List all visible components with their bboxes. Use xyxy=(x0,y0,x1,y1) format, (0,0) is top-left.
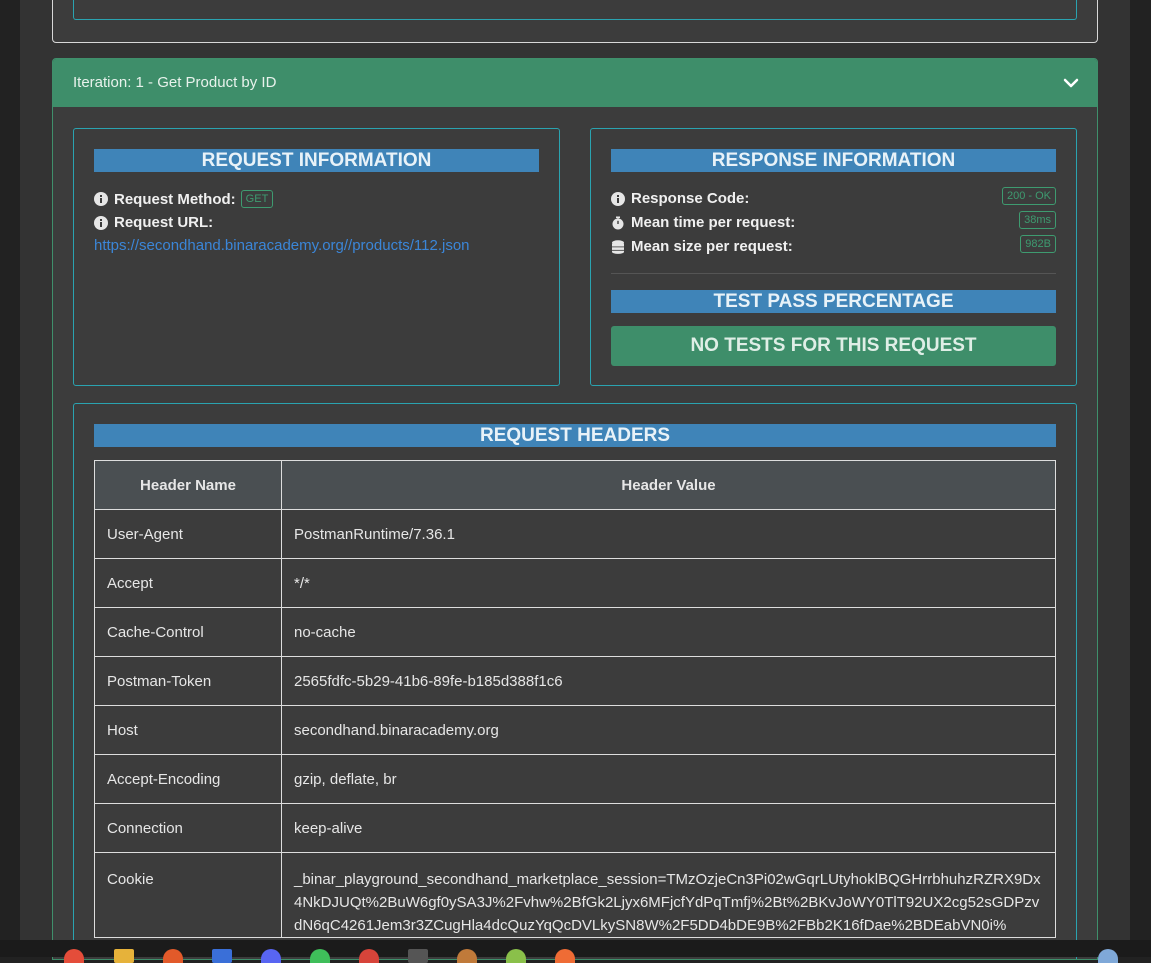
terminal-icon[interactable] xyxy=(408,949,428,963)
column-header-name: Header Name xyxy=(94,460,282,510)
mean-size-badge: 982B xyxy=(1020,235,1056,253)
info-icon xyxy=(611,191,625,206)
response-code-badge: 200 - OK xyxy=(1001,187,1056,205)
request-method-badge: GET xyxy=(240,190,274,208)
database-icon xyxy=(612,239,624,254)
table-row: Accept */* xyxy=(94,558,1056,608)
header-name-cell: Cookie xyxy=(94,852,282,938)
header-value-cell: gzip, deflate, br xyxy=(281,754,1056,804)
iteration-title: Iteration: 1 - Get Product by ID xyxy=(73,74,277,91)
browser-icon[interactable] xyxy=(64,949,84,963)
header-name-cell: Connection xyxy=(94,803,282,853)
header-value-cell: keep-alive xyxy=(281,803,1056,853)
request-url-row: Request URL: xyxy=(94,214,213,231)
info-icon xyxy=(94,192,108,206)
test-pass-heading: TEST PASS PERCENTAGE xyxy=(611,290,1056,313)
mean-time-label: Mean time per request: xyxy=(631,214,796,231)
header-value-cell: 2565fdfc-5b29-41b6-89fe-b185d388f1c6 xyxy=(281,656,1056,706)
table-row: Accept-Encoding gzip, deflate, br xyxy=(94,754,1056,804)
paint-icon[interactable] xyxy=(506,949,526,963)
app-icon[interactable] xyxy=(212,949,232,963)
header-name-cell: Accept-Encoding xyxy=(94,754,282,804)
previous-iteration-card xyxy=(52,0,1098,43)
postman-icon[interactable] xyxy=(555,949,575,963)
response-information-heading: RESPONSE INFORMATION xyxy=(611,149,1056,172)
request-information-panel: REQUEST INFORMATION Request Method: GET … xyxy=(73,128,560,386)
request-information-heading: REQUEST INFORMATION xyxy=(94,149,539,172)
chrome-icon[interactable] xyxy=(359,949,379,963)
header-name-cell: Postman-Token xyxy=(94,656,282,706)
header-name-cell: Accept xyxy=(94,558,282,608)
no-tests-banner: NO TESTS FOR THIS REQUEST xyxy=(611,326,1056,366)
table-row: Postman-Token 2565fdfc-5b29-41b6-89fe-b1… xyxy=(94,656,1056,706)
column-header-value: Header Value xyxy=(281,460,1056,510)
table-row: Cookie _binar_playground_secondhand_mark… xyxy=(94,852,1056,938)
editor-icon[interactable] xyxy=(457,949,477,963)
table-row: Connection keep-alive xyxy=(94,803,1056,853)
response-code-label: Response Code: xyxy=(631,190,750,207)
table-header-row: Header Name Header Value xyxy=(94,460,1056,510)
request-headers-panel: REQUEST HEADERS Header Name Header Value… xyxy=(73,403,1077,959)
table-row: User-Agent PostmanRuntime/7.36.1 xyxy=(94,509,1056,559)
taskbar xyxy=(0,940,1151,963)
iteration-card: Iteration: 1 - Get Product by ID REQUEST… xyxy=(52,58,1098,960)
mean-time-badge: 38ms xyxy=(1019,211,1056,229)
response-divider xyxy=(611,273,1056,274)
whatsapp-icon[interactable] xyxy=(310,949,330,963)
table-row: Cache-Control no-cache xyxy=(94,607,1056,657)
response-code-row: Response Code: xyxy=(611,190,749,207)
header-name-cell: Host xyxy=(94,705,282,755)
header-value-cell: */* xyxy=(281,558,1056,608)
mean-size-label: Mean size per request: xyxy=(631,238,793,255)
weather-icon[interactable] xyxy=(1098,949,1118,963)
stopwatch-icon xyxy=(612,216,624,229)
header-value-cell: secondhand.binaracademy.org xyxy=(281,705,1056,755)
header-name-cell: Cache-Control xyxy=(94,607,282,657)
info-icon xyxy=(94,215,108,230)
previous-iteration-panel xyxy=(73,0,1077,20)
header-value-cell: _binar_playground_secondhand_marketplace… xyxy=(281,852,1056,938)
header-value-cell: PostmanRuntime/7.36.1 xyxy=(281,509,1056,559)
folder-icon[interactable] xyxy=(114,949,134,963)
request-url-label: Request URL: xyxy=(114,214,214,231)
iteration-header[interactable]: Iteration: 1 - Get Product by ID xyxy=(53,59,1097,107)
mean-size-row: Mean size per request: xyxy=(611,238,793,255)
request-method-label: Request Method: xyxy=(114,190,236,208)
request-url-link[interactable]: https://secondhand.binaracademy.org//pro… xyxy=(94,237,470,254)
header-value-cell: no-cache xyxy=(281,607,1056,657)
request-method-row: Request Method: GET xyxy=(94,190,274,208)
request-headers-heading: REQUEST HEADERS xyxy=(94,424,1056,447)
table-row: Host secondhand.binaracademy.org xyxy=(94,705,1056,755)
brave-icon[interactable] xyxy=(163,949,183,963)
request-headers-table: Header Name Header Value User-Agent Post… xyxy=(94,460,1056,938)
header-name-cell: User-Agent xyxy=(94,509,282,559)
discord-icon[interactable] xyxy=(261,949,281,963)
chevron-down-icon[interactable] xyxy=(1063,75,1079,91)
mean-time-row: Mean time per request: xyxy=(611,214,795,231)
response-information-panel: RESPONSE INFORMATION Response Code: 200 … xyxy=(590,128,1077,386)
